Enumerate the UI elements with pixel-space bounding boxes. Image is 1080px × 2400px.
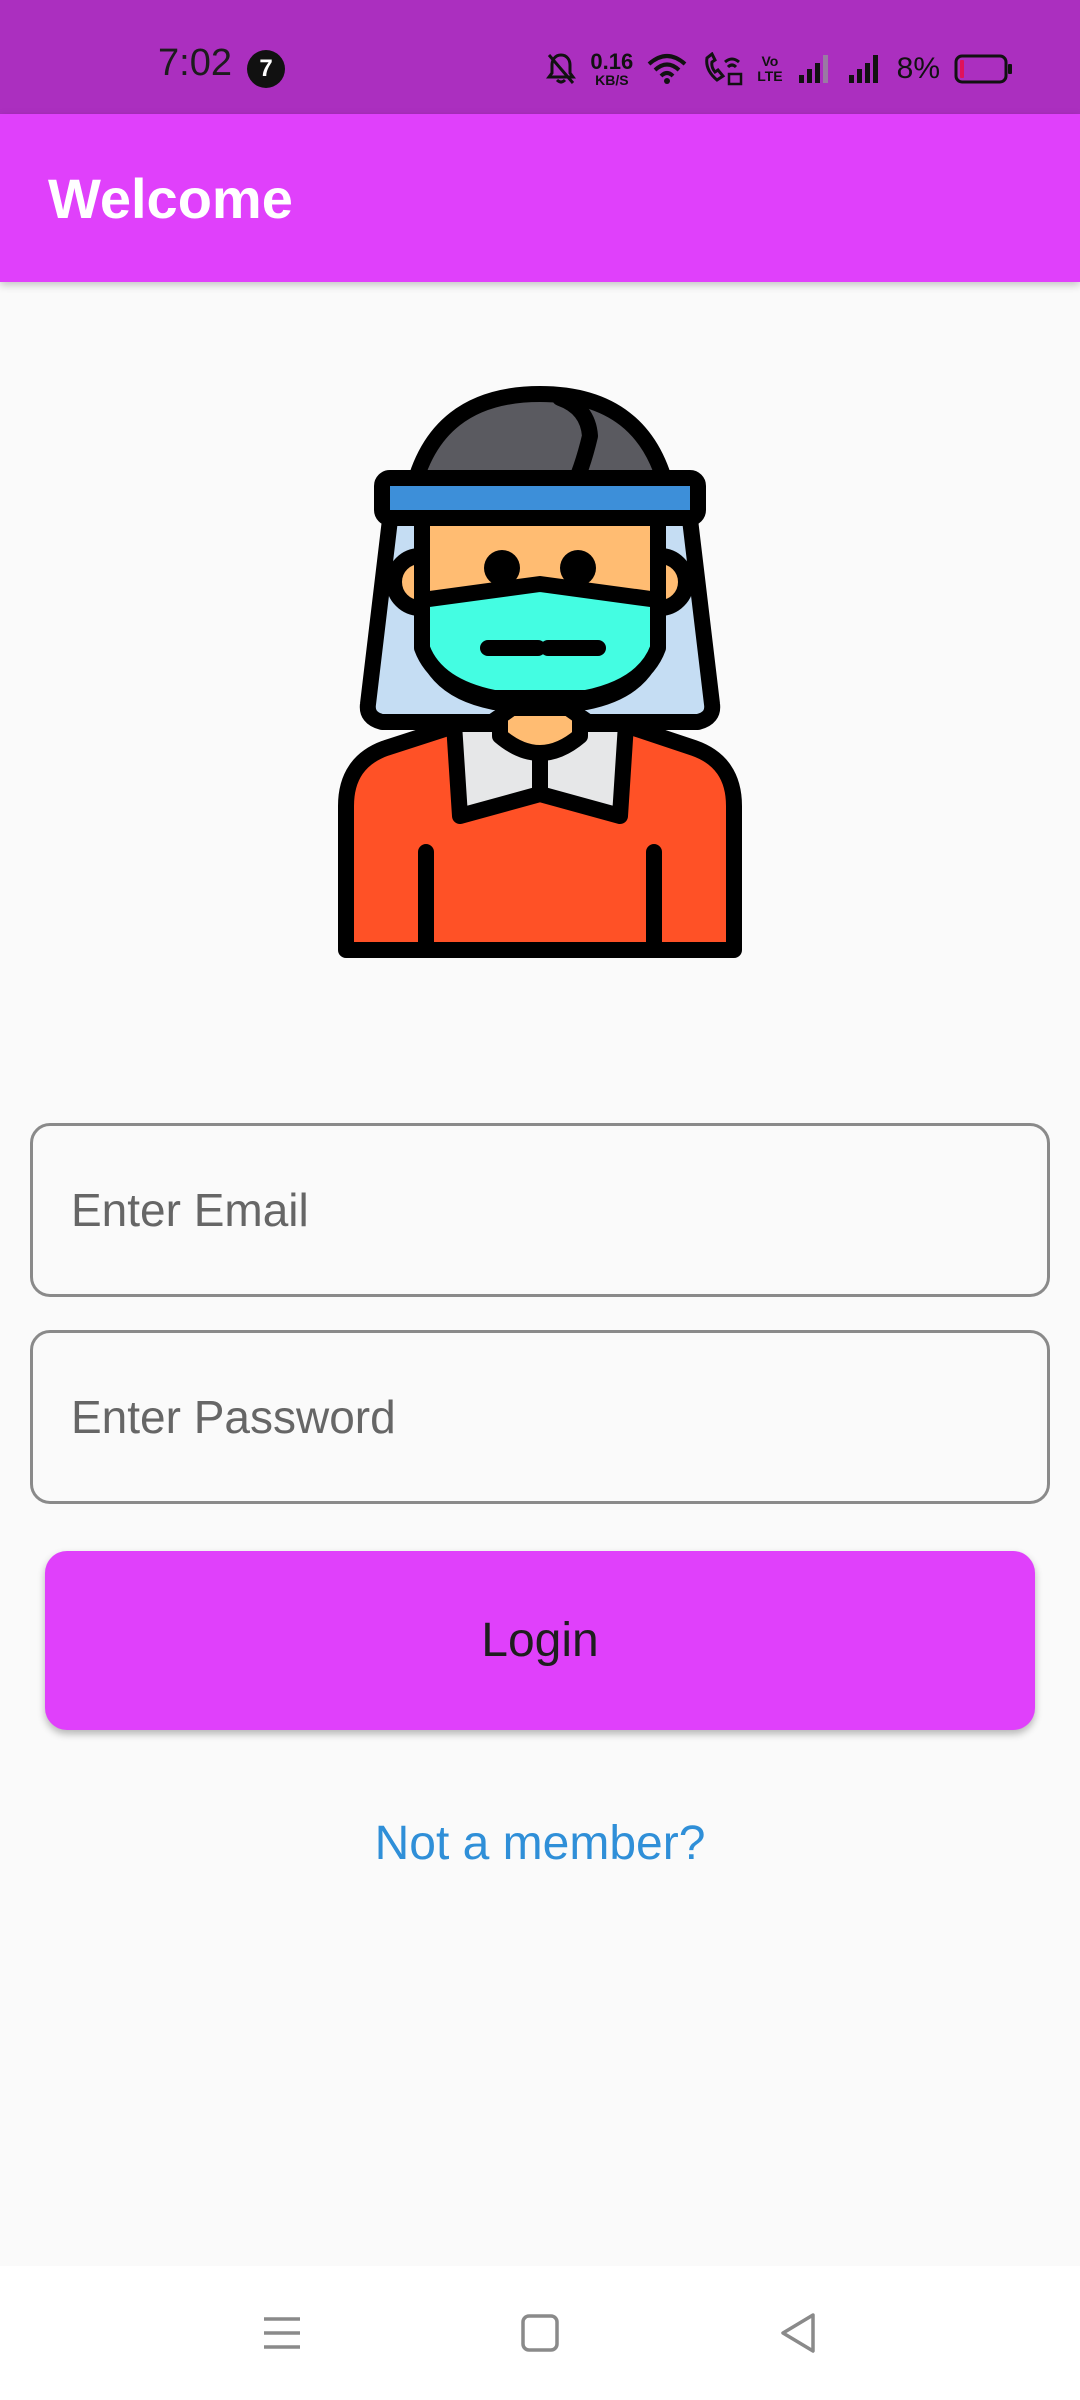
muted-bell-icon xyxy=(546,52,577,86)
network-speed-value: 0.16 xyxy=(590,49,634,74)
masked-person-with-face-shield-icon xyxy=(338,386,742,960)
signal-strength-icon xyxy=(847,53,883,85)
battery-percent: 8% xyxy=(896,52,940,85)
network-speed: 0.16 KB/S xyxy=(590,49,634,88)
password-field[interactable] xyxy=(30,1330,1050,1504)
recent-apps-button[interactable] xyxy=(222,2266,342,2400)
back-button[interactable] xyxy=(738,2266,858,2400)
signup-link[interactable]: Not a member? xyxy=(0,1817,1080,1871)
home-icon xyxy=(521,2314,559,2352)
wifi-calling-icon xyxy=(701,52,743,86)
back-icon xyxy=(779,2312,817,2354)
recent-apps-icon xyxy=(262,2315,302,2351)
status-time: 7:02 xyxy=(158,42,232,84)
signal-strength-icon xyxy=(797,53,833,85)
page-title: Welcome xyxy=(48,167,293,230)
volte-bottom: LTE xyxy=(757,68,783,84)
network-speed-unit: KB/S xyxy=(595,72,629,88)
password-input[interactable] xyxy=(69,1389,1047,1445)
volte-top: Vo xyxy=(761,53,779,70)
app-bar: Welcome xyxy=(0,114,1080,282)
notification-badge: 7 xyxy=(247,50,285,88)
volte-indicator: Vo LTE xyxy=(757,54,782,83)
login-button[interactable]: Login xyxy=(45,1551,1035,1730)
email-input[interactable] xyxy=(69,1182,1047,1238)
battery-icon xyxy=(954,53,1014,85)
status-bar: 7:02 7 0.16 KB/S Vo LTE 8% xyxy=(0,0,1080,114)
wifi-icon xyxy=(647,52,687,86)
navigation-bar xyxy=(0,2266,1080,2400)
status-icons: 0.16 KB/S Vo LTE 8% xyxy=(546,44,1014,94)
home-button[interactable] xyxy=(480,2266,600,2400)
email-field[interactable] xyxy=(30,1123,1050,1297)
